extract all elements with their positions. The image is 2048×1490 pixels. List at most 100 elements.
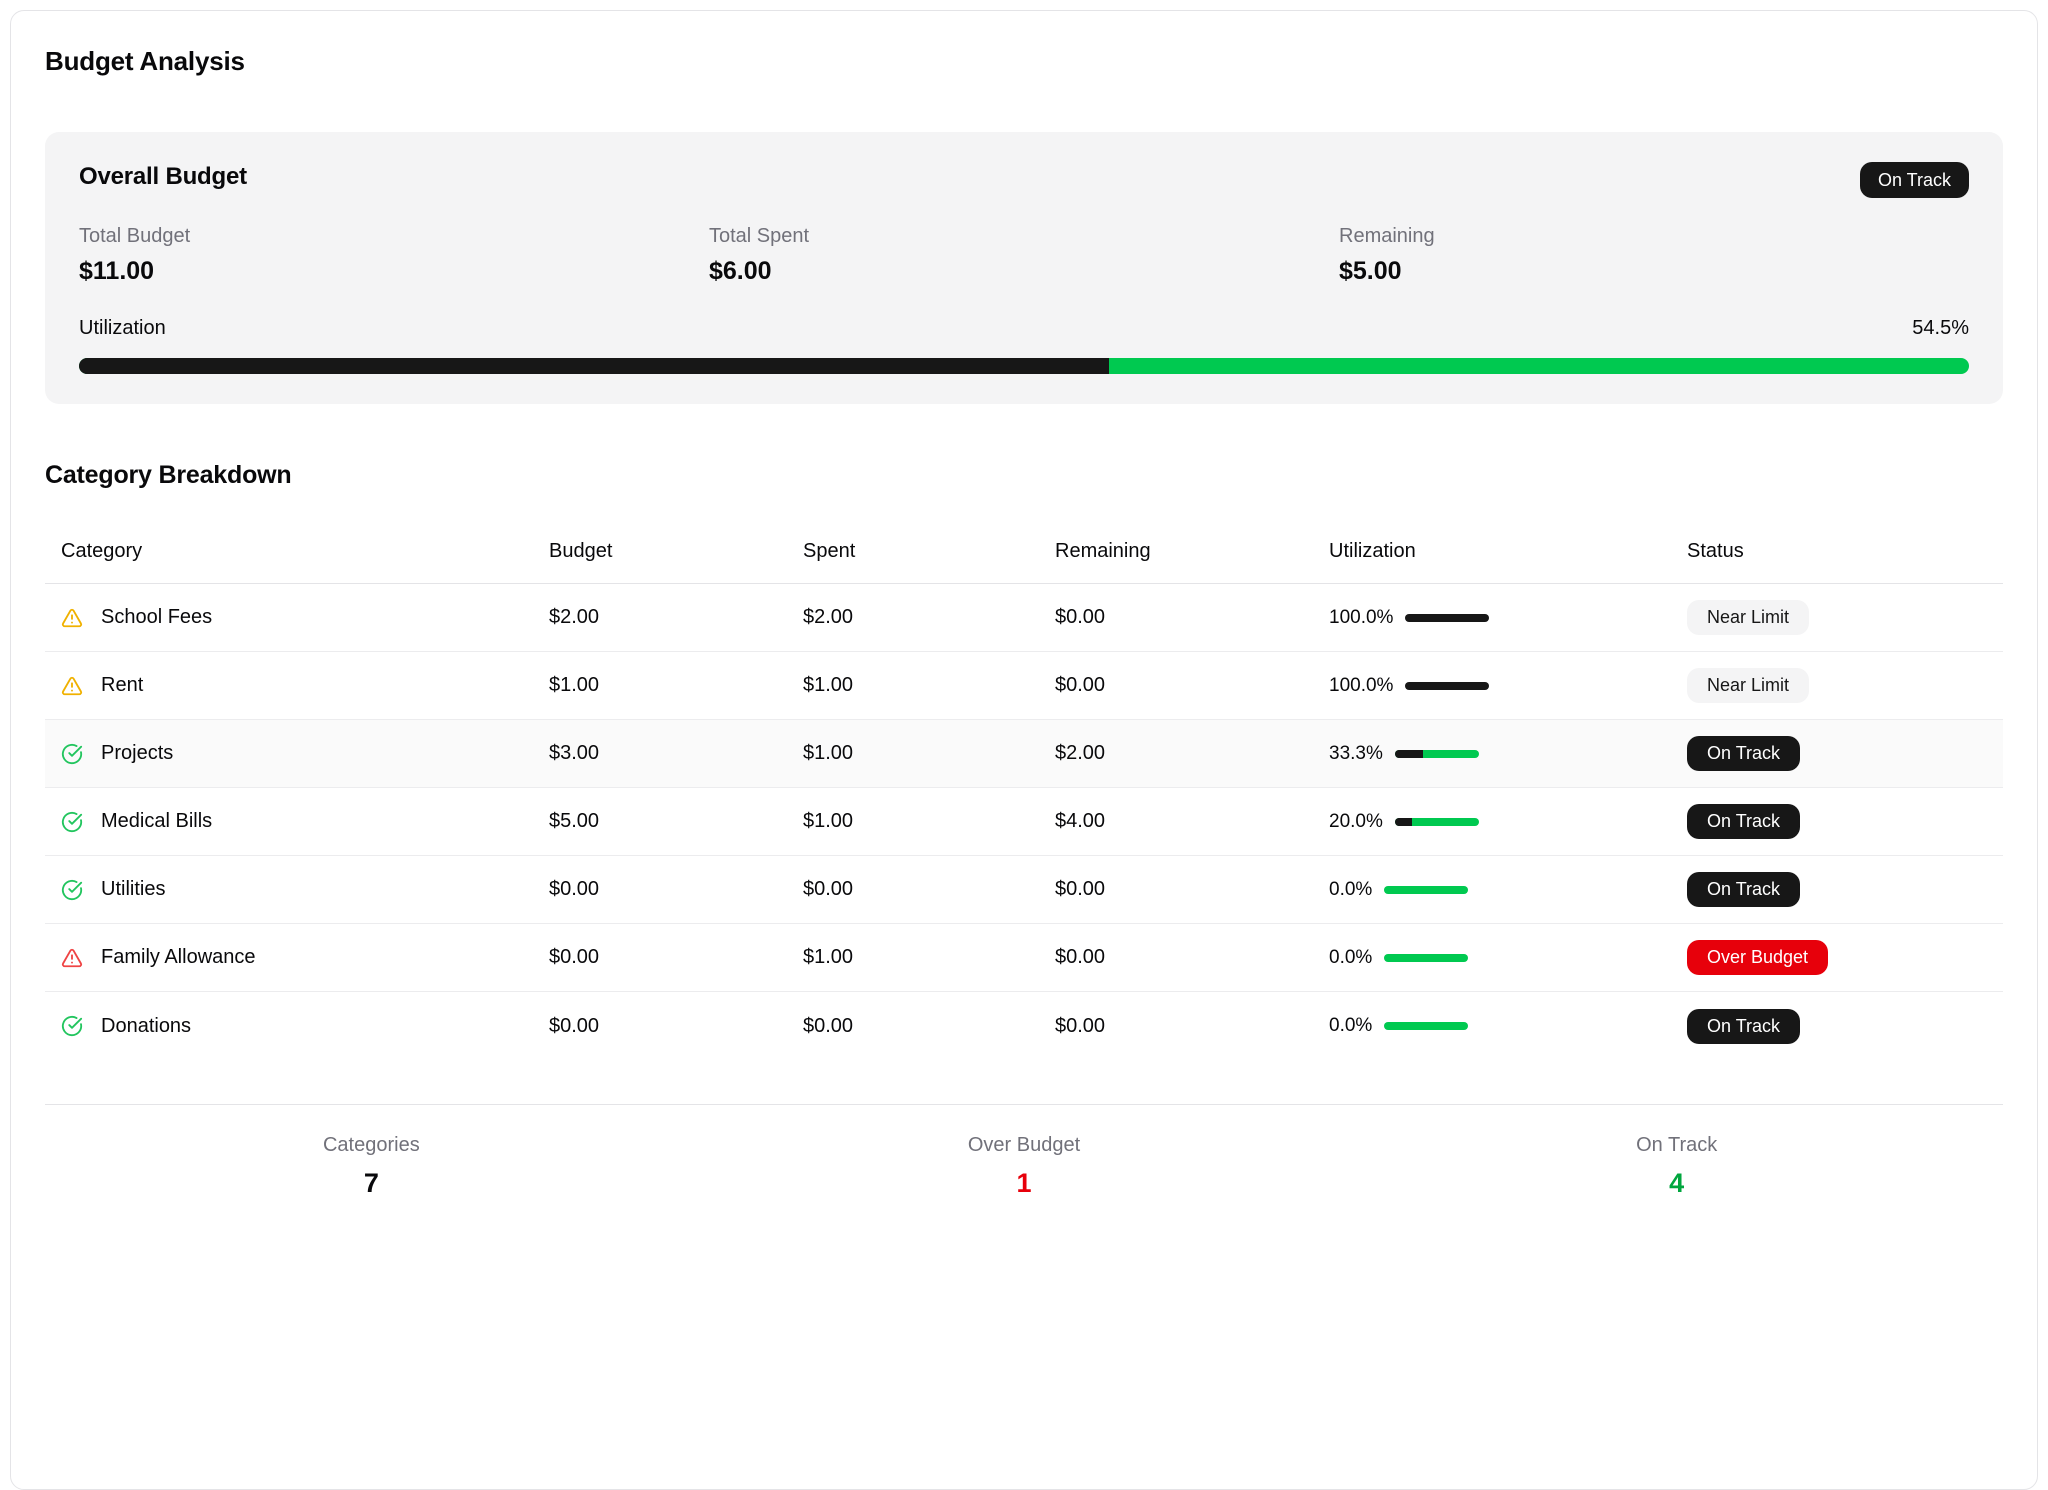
category-cell: Utilities — [45, 878, 533, 901]
summary-item: Categories 7 — [45, 1133, 698, 1199]
stat-label: Total Spent — [709, 224, 1339, 248]
summary-value: 4 — [1350, 1167, 2003, 1199]
category-cell: School Fees — [45, 606, 533, 629]
overall-utilization-fill — [79, 358, 1109, 374]
remaining-cell: $2.00 — [1039, 742, 1313, 765]
utilization-value: 54.5% — [1912, 316, 1969, 340]
check-circle-icon — [61, 743, 83, 765]
table-row: Utilities$0.00$0.00$0.000.0%On Track — [45, 856, 2003, 924]
category-cell: Rent — [45, 674, 533, 697]
summary-label: Categories — [45, 1133, 698, 1157]
status-badge: On Track — [1687, 736, 1800, 771]
budget-cell: $0.00 — [533, 1015, 787, 1038]
stat-label: Remaining — [1339, 224, 1969, 248]
spent-cell: $1.00 — [787, 742, 1039, 765]
column-header-budget: Budget — [533, 540, 787, 563]
category-table: Category Budget Spent Remaining Utilizat… — [45, 526, 2003, 1060]
utilization-mini-bar — [1405, 682, 1489, 690]
category-cell: Donations — [45, 1015, 533, 1038]
overall-utilization-bar — [79, 358, 1969, 374]
utilization-mini-bar — [1384, 886, 1468, 894]
utilization-cell: 0.0% — [1313, 1015, 1671, 1037]
budget-analysis-card: Budget Analysis Overall Budget On Track … — [10, 10, 2038, 1490]
stat-value: $6.00 — [709, 256, 1339, 286]
summary-item: On Track 4 — [1350, 1133, 2003, 1199]
table-row: Rent$1.00$1.00$0.00100.0%Near Limit — [45, 652, 2003, 720]
stat-value: $5.00 — [1339, 256, 1969, 286]
remaining-cell: $0.00 — [1039, 878, 1313, 901]
spent-cell: $1.00 — [787, 810, 1039, 833]
utilization-percent: 33.3% — [1329, 743, 1383, 765]
status-cell: On Track — [1671, 872, 2003, 907]
status-badge: On Track — [1687, 872, 1800, 907]
budget-cell: $2.00 — [533, 606, 787, 629]
status-cell: On Track — [1671, 804, 2003, 839]
category-name: School Fees — [101, 606, 212, 629]
remaining-cell: $0.00 — [1039, 946, 1313, 969]
status-cell: On Track — [1671, 1009, 2003, 1044]
utilization-percent: 100.0% — [1329, 675, 1393, 697]
budget-cell: $1.00 — [533, 674, 787, 697]
category-cell: Projects — [45, 742, 533, 765]
status-badge: On Track — [1687, 1009, 1800, 1044]
utilization-mini-bar — [1384, 954, 1468, 962]
stat-label: Total Budget — [79, 224, 709, 248]
warning-triangle-icon — [61, 607, 83, 629]
status-badge: Near Limit — [1687, 600, 1809, 635]
utilization-cell: 20.0% — [1313, 811, 1671, 833]
category-name: Rent — [101, 674, 143, 697]
remaining-cell: $0.00 — [1039, 606, 1313, 629]
category-name: Utilities — [101, 878, 165, 901]
status-cell: Near Limit — [1671, 668, 2003, 703]
utilization-mini-bar — [1395, 818, 1479, 826]
stat-value: $11.00 — [79, 256, 709, 286]
status-cell: Near Limit — [1671, 600, 2003, 635]
category-name: Medical Bills — [101, 810, 212, 833]
status-cell: On Track — [1671, 736, 2003, 771]
stat-total-budget: Total Budget $11.00 — [79, 224, 709, 286]
utilization-label: Utilization — [79, 316, 166, 340]
summary-value: 7 — [45, 1167, 698, 1199]
utilization-cell: 0.0% — [1313, 879, 1671, 901]
utilization-percent: 100.0% — [1329, 607, 1393, 629]
spent-cell: $0.00 — [787, 878, 1039, 901]
spent-cell: $2.00 — [787, 606, 1039, 629]
utilization-cell: 33.3% — [1313, 743, 1671, 765]
spent-cell: $1.00 — [787, 946, 1039, 969]
column-header-utilization: Utilization — [1313, 540, 1671, 563]
column-header-spent: Spent — [787, 540, 1039, 563]
utilization-mini-bar — [1405, 614, 1489, 622]
summary-label: On Track — [1350, 1133, 2003, 1157]
category-cell: Family Allowance — [45, 946, 533, 969]
budget-cell: $0.00 — [533, 878, 787, 901]
budget-cell: $0.00 — [533, 946, 787, 969]
budget-cell: $3.00 — [533, 742, 787, 765]
utilization-mini-bar — [1384, 1022, 1468, 1030]
utilization-percent: 0.0% — [1329, 947, 1372, 969]
category-name: Projects — [101, 742, 173, 765]
status-cell: Over Budget — [1671, 940, 2003, 975]
remaining-cell: $4.00 — [1039, 810, 1313, 833]
category-name: Donations — [101, 1015, 191, 1038]
overall-budget-card: Overall Budget On Track Total Budget $11… — [45, 132, 2003, 404]
utilization-mini-bar — [1395, 750, 1479, 758]
budget-cell: $5.00 — [533, 810, 787, 833]
table-row: Donations$0.00$0.00$0.000.0%On Track — [45, 992, 2003, 1060]
column-header-remaining: Remaining — [1039, 540, 1313, 563]
table-body: School Fees$2.00$2.00$0.00100.0%Near Lim… — [45, 584, 2003, 1060]
column-header-status: Status — [1671, 540, 2003, 563]
section-title-category-breakdown: Category Breakdown — [45, 460, 2003, 490]
utilization-percent: 20.0% — [1329, 811, 1383, 833]
summary-row: Categories 7Over Budget1On Track 4 — [45, 1104, 2003, 1199]
remaining-cell: $0.00 — [1039, 1015, 1313, 1038]
overall-budget-title: Overall Budget — [79, 162, 247, 192]
page-title: Budget Analysis — [45, 45, 2003, 77]
summary-label: Over Budget — [698, 1133, 1351, 1157]
status-badge: On Track — [1687, 804, 1800, 839]
summary-item: Over Budget1 — [698, 1133, 1351, 1199]
category-name: Family Allowance — [101, 946, 256, 969]
spent-cell: $1.00 — [787, 674, 1039, 697]
utilization-percent: 0.0% — [1329, 1015, 1372, 1037]
table-row: School Fees$2.00$2.00$0.00100.0%Near Lim… — [45, 584, 2003, 652]
utilization-percent: 0.0% — [1329, 879, 1372, 901]
